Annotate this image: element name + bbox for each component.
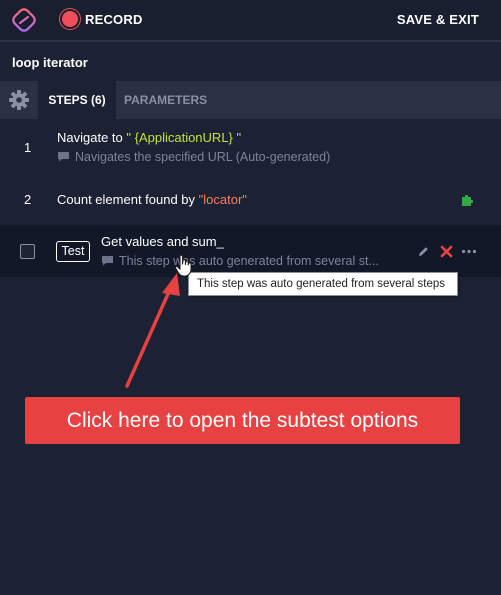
gear-icon (9, 90, 29, 110)
step-description[interactable]: This step was auto generated from severa… (101, 254, 379, 268)
subtest-badge: Test (56, 241, 90, 262)
test-name[interactable]: loop iterator (12, 55, 88, 70)
comment-icon (102, 256, 113, 266)
step-checkbox[interactable] (20, 244, 35, 259)
tab-steps-label: STEPS (6) (48, 93, 106, 107)
step-number: 1 (24, 140, 32, 155)
more-icon[interactable] (461, 249, 477, 254)
toolbar-divider (0, 40, 501, 42)
tab-steps[interactable]: STEPS (6) (38, 81, 116, 119)
annotation-callout: Click here to open the subtest options (25, 397, 460, 444)
record-icon[interactable] (62, 11, 78, 27)
record-button[interactable]: RECORD (85, 12, 143, 27)
save-exit-button[interactable]: SAVE & EXIT (397, 12, 479, 27)
step-description-text: Navigates the specified URL (Auto-genera… (75, 150, 331, 164)
step-action-text: Navigate to (57, 130, 127, 145)
step-description: Navigates the specified URL (Auto-genera… (57, 150, 330, 164)
delete-icon[interactable] (440, 245, 453, 258)
hand-cursor-icon (174, 254, 192, 277)
logo-icon (12, 8, 36, 32)
step-title[interactable]: Count element found by "locator" (57, 192, 247, 207)
step-number: 2 (24, 192, 32, 207)
tab-parameters[interactable]: PARAMETERS (124, 93, 207, 107)
step-parameter: " {ApplicationURL} " (126, 130, 242, 145)
step-action-text: Count element found by (57, 192, 199, 207)
tooltip: This step was auto generated from severa… (188, 272, 458, 296)
subtest-title[interactable]: Get values and sum_ (101, 234, 224, 249)
settings-button[interactable] (0, 81, 38, 119)
puzzle-icon[interactable] (460, 193, 474, 207)
step-locator: "locator" (198, 192, 247, 207)
pencil-icon[interactable] (417, 245, 430, 258)
step-title[interactable]: Navigate to " {ApplicationURL} " (57, 130, 241, 145)
comment-icon (58, 152, 69, 162)
step-description-text: This step was auto generated from severa… (119, 254, 379, 268)
